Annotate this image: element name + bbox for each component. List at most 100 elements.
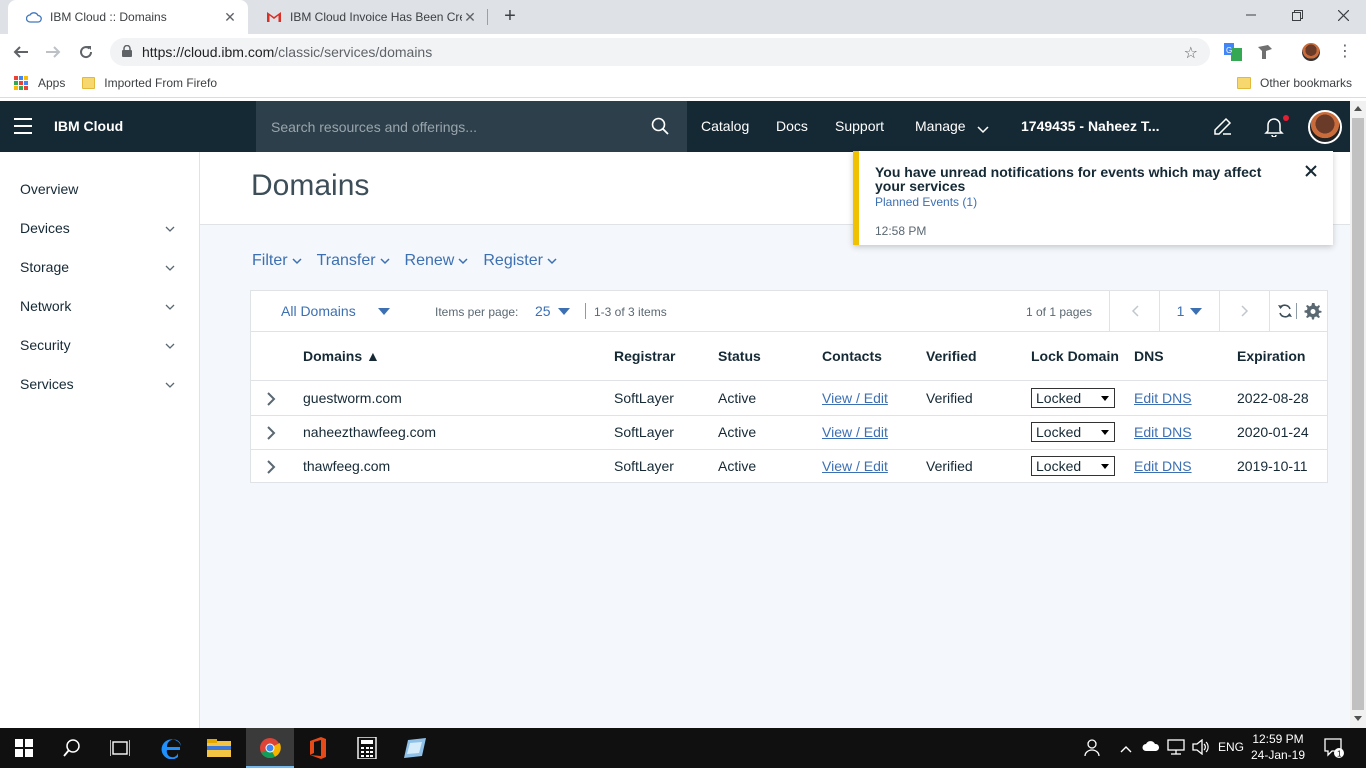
contacts-link[interactable]: View / Edit	[822, 424, 888, 440]
hamburger-menu-icon[interactable]	[14, 118, 32, 134]
column-header-expiration[interactable]: Expiration	[1237, 348, 1305, 364]
account-switcher[interactable]: 1749435 - Naheez T...	[1021, 118, 1160, 134]
extension-icon[interactable]	[1256, 43, 1274, 61]
register-button[interactable]: Register	[483, 252, 557, 270]
chevron-down-icon[interactable]	[977, 121, 989, 137]
app-icon[interactable]	[403, 736, 427, 760]
notifications-bell-icon[interactable]	[1263, 115, 1285, 138]
settings-button[interactable]	[1299, 291, 1327, 331]
restore-icon[interactable]	[1274, 0, 1320, 30]
nav-catalog[interactable]: Catalog	[701, 118, 749, 134]
column-header-dns[interactable]: DNS	[1134, 348, 1164, 364]
divider	[1296, 303, 1297, 319]
caret-down-icon	[1101, 430, 1109, 435]
caret-down-icon[interactable]	[558, 308, 570, 315]
column-header-contacts[interactable]: Contacts	[822, 348, 882, 364]
filter-button[interactable]: Filter	[252, 252, 302, 270]
scroll-up-icon[interactable]	[1354, 106, 1362, 111]
system-clock[interactable]: 12:59 PM 24-Jan-19	[1248, 731, 1308, 763]
chevron-right-icon[interactable]	[265, 391, 277, 407]
lock-domain-select[interactable]: Locked	[1031, 388, 1115, 408]
chevron-up-icon[interactable]	[1120, 742, 1132, 756]
sidebar-item-overview[interactable]: Overview	[0, 169, 199, 208]
office-icon[interactable]	[306, 736, 330, 760]
browser-menu-icon[interactable]: ⋮	[1336, 43, 1354, 61]
edit-dns-link[interactable]: Edit DNS	[1134, 390, 1192, 406]
google-translate-extension-icon[interactable]: G	[1224, 43, 1242, 61]
task-view-icon[interactable]	[108, 736, 132, 760]
scrollbar-thumb[interactable]	[1352, 118, 1364, 710]
edge-browser-icon[interactable]	[159, 736, 183, 760]
sidebar-item-storage[interactable]: Storage	[0, 247, 199, 286]
user-avatar[interactable]	[1308, 110, 1342, 144]
onedrive-cloud-icon[interactable]	[1142, 740, 1160, 755]
next-page-button[interactable]	[1219, 291, 1269, 331]
column-header-verified[interactable]: Verified	[926, 348, 977, 364]
search-icon[interactable]	[60, 736, 84, 760]
page-select[interactable]: 1	[1159, 291, 1219, 331]
input-language[interactable]: ENG	[1218, 740, 1244, 754]
forward-icon[interactable]	[41, 40, 65, 64]
chevron-left-icon	[1131, 305, 1139, 317]
planned-events-link[interactable]: Planned Events (1)	[875, 195, 977, 209]
bookmark-star-icon[interactable]: ☆	[1184, 43, 1198, 63]
sidebar-item-devices[interactable]: Devices	[0, 208, 199, 247]
sidebar-item-security[interactable]: Security	[0, 325, 199, 364]
edit-dns-link[interactable]: Edit DNS	[1134, 424, 1192, 440]
scroll-down-icon[interactable]	[1354, 716, 1362, 721]
notification-toast: You have unread notifications for events…	[853, 151, 1333, 245]
close-icon[interactable]	[1305, 165, 1317, 177]
nav-docs[interactable]: Docs	[776, 118, 808, 134]
column-header-status[interactable]: Status	[718, 348, 761, 364]
tab-ibm-cloud-domains[interactable]: IBM Cloud :: Domains ✕	[8, 0, 248, 34]
caret-down-icon	[1101, 464, 1109, 469]
nav-support[interactable]: Support	[835, 118, 884, 134]
minimize-icon[interactable]	[1228, 0, 1274, 30]
windows-start-icon[interactable]	[12, 736, 36, 760]
file-explorer-icon[interactable]	[207, 736, 231, 760]
prev-page-button[interactable]	[1109, 291, 1159, 331]
edit-icon[interactable]	[1212, 115, 1234, 137]
edit-dns-link[interactable]: Edit DNS	[1134, 458, 1192, 474]
column-header-lock-domain[interactable]: Lock Domain	[1031, 348, 1119, 364]
refresh-button[interactable]	[1269, 291, 1299, 331]
column-header-domains[interactable]: Domains ▲	[303, 348, 380, 364]
chevron-right-icon[interactable]	[265, 425, 277, 441]
domain-filter-select[interactable]: All Domains	[281, 303, 356, 319]
sidebar-item-services[interactable]: Services	[0, 364, 199, 403]
calculator-icon[interactable]	[355, 736, 379, 760]
bookmark-apps[interactable]: Apps	[14, 76, 65, 90]
people-icon[interactable]	[1084, 738, 1100, 759]
contacts-link[interactable]: View / Edit	[822, 390, 888, 406]
back-icon[interactable]	[9, 40, 33, 64]
items-per-page-select[interactable]: 25	[535, 303, 551, 319]
renew-button[interactable]: Renew	[405, 252, 469, 270]
search-icon[interactable]	[651, 117, 669, 138]
network-icon[interactable]	[1167, 739, 1185, 758]
new-tab-icon[interactable]: +	[499, 5, 521, 27]
tab-gmail-invoice[interactable]: IBM Cloud Invoice Has Been Crea ✕	[248, 0, 488, 34]
bookmark-imported-folder[interactable]: Imported From Firefo	[82, 76, 217, 90]
contacts-link[interactable]: View / Edit	[822, 458, 888, 474]
sidebar-item-network[interactable]: Network	[0, 286, 199, 325]
reload-icon[interactable]	[74, 40, 98, 64]
nav-manage[interactable]: Manage	[915, 118, 966, 134]
tab-close-icon[interactable]: ✕	[222, 9, 238, 26]
close-window-icon[interactable]	[1320, 0, 1366, 30]
search-input[interactable]	[271, 118, 641, 135]
column-header-registrar[interactable]: Registrar	[614, 348, 675, 364]
caret-down-icon[interactable]	[378, 308, 390, 315]
transfer-button[interactable]: Transfer	[317, 252, 390, 270]
profile-avatar-icon[interactable]	[1302, 43, 1320, 61]
tab-close-icon[interactable]: ✕	[462, 9, 478, 26]
lock-domain-select[interactable]: Locked	[1031, 456, 1115, 476]
bookmark-other-folder[interactable]: Other bookmarks	[1237, 76, 1352, 90]
chrome-icon[interactable]	[258, 736, 282, 760]
address-bar[interactable]: https://cloud.ibm.com/classic/services/d…	[110, 38, 1210, 66]
action-center-icon[interactable]: 1	[1324, 738, 1344, 761]
chevron-right-icon[interactable]	[265, 459, 277, 475]
brand-logo[interactable]: IBM Cloud	[54, 118, 123, 134]
lock-domain-select[interactable]: Locked	[1031, 422, 1115, 442]
bookmark-label: Other bookmarks	[1260, 76, 1353, 90]
volume-icon[interactable]	[1192, 738, 1210, 758]
